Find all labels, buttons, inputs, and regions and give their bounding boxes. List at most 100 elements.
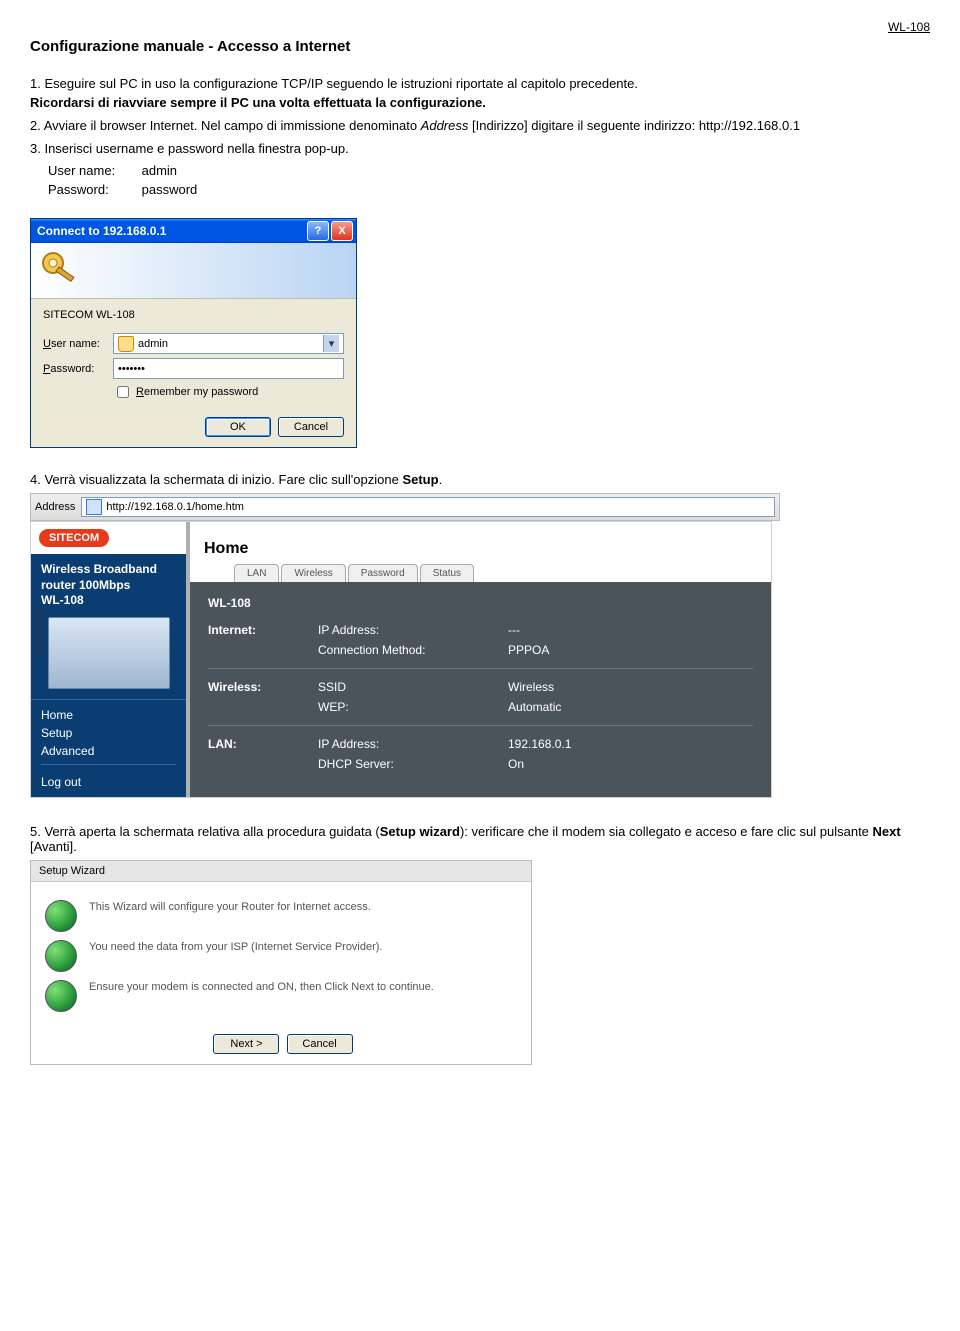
password-value: ••••••• — [118, 363, 145, 375]
chevron-down-icon[interactable]: ▾ — [323, 335, 339, 352]
tab-status[interactable]: Status — [420, 564, 474, 582]
cancel-button[interactable]: Cancel — [278, 417, 344, 437]
page-title: Configurazione manuale - Accesso a Inter… — [30, 38, 930, 55]
close-button[interactable]: X — [331, 221, 353, 241]
wizard-cancel-button[interactable]: Cancel — [287, 1034, 353, 1054]
remember-checkbox[interactable] — [117, 386, 129, 398]
step-1-text: 1. Eseguire sul PC in uso la configurazi… — [30, 76, 638, 91]
dialog-realm: SITECOM WL-108 — [43, 309, 344, 321]
next-button[interactable]: Next > — [213, 1034, 279, 1054]
dialog-titlebar[interactable]: Connect to 192.168.0.1 ? X — [31, 219, 356, 243]
ie-page-icon — [86, 499, 102, 515]
row-value: 192.168.0.1 — [508, 737, 753, 751]
globe-icon — [45, 900, 77, 932]
table-row: LAN: IP Address: 192.168.0.1 — [208, 734, 753, 754]
username-value: admin — [138, 338, 168, 350]
wizard-line-2: You need the data from your ISP (Interne… — [89, 940, 383, 955]
row-value: On — [508, 757, 753, 771]
row-label: LAN: — [208, 737, 318, 751]
row-label — [208, 643, 318, 657]
step-5: 5. Verrà aperta la schermata relativa al… — [30, 824, 930, 854]
nav-setup[interactable]: Setup — [41, 724, 176, 742]
instructions-block: 1. Eseguire sul PC in uso la configurazi… — [30, 75, 930, 200]
cred-pass-label: Password: — [48, 181, 138, 200]
row-field: SSID — [318, 680, 508, 694]
step-5-e: [Avanti]. — [30, 839, 77, 854]
router-image — [48, 617, 170, 689]
row-field: IP Address: — [318, 737, 508, 751]
wizard-title: Setup Wizard — [31, 861, 531, 882]
wizard-line-3: Ensure your modem is connected and ON, t… — [89, 980, 434, 995]
tab-lan[interactable]: LAN — [234, 564, 279, 582]
step-5-a: 5. Verrà aperta la schermata relativa al… — [30, 824, 380, 839]
row-label: Internet: — [208, 623, 318, 637]
router-model: WL-108 — [208, 596, 753, 610]
tab-wireless[interactable]: Wireless — [281, 564, 345, 582]
step-5-c: ): verificare che il modem sia collegato… — [460, 824, 873, 839]
cred-pass: Password: password — [48, 181, 930, 200]
nav-home[interactable]: Home — [41, 706, 176, 724]
doc-header-code: WL-108 — [30, 20, 930, 34]
keys-icon — [39, 249, 81, 294]
step-1: 1. Eseguire sul PC in uso la configurazi… — [30, 75, 930, 113]
globe-icon — [45, 940, 77, 972]
nav-logout[interactable]: Log out — [41, 773, 176, 791]
address-bar: Address http://192.168.0.1/home.htm — [30, 493, 780, 521]
setup-wizard: Setup Wizard This Wizard will configure … — [30, 860, 532, 1065]
wizard-line-1: This Wizard will configure your Router f… — [89, 900, 371, 915]
router-page-title: Home — [204, 540, 248, 558]
password-input[interactable]: ••••••• — [113, 358, 344, 379]
brand-area: SITECOM — [31, 522, 186, 554]
globe-icon — [45, 980, 77, 1012]
dialog-banner — [31, 243, 356, 299]
step-5-d: Next — [873, 824, 901, 839]
row-label: Wireless: — [208, 680, 318, 694]
table-row: Internet: IP Address: --- — [208, 620, 753, 640]
remember-checkbox-row[interactable]: Remember my password — [113, 383, 344, 401]
password-label: Password: — [43, 363, 113, 375]
row-value: PPPOA — [508, 643, 753, 657]
username-label: User name: — [43, 338, 113, 350]
row-field: DHCP Server: — [318, 757, 508, 771]
prod-line-1: Wireless Broadband — [41, 562, 157, 576]
table-row: Connection Method: PPPOA — [208, 640, 753, 660]
table-row: Wireless: SSID Wireless — [208, 677, 753, 697]
row-field: IP Address: — [318, 623, 508, 637]
table-row: WEP: Automatic — [208, 697, 753, 717]
cred-user-value: admin — [142, 163, 177, 178]
help-button[interactable]: ? — [307, 221, 329, 241]
step-3: 3. Inserisci username e password nella f… — [30, 140, 930, 159]
cred-pass-value: password — [142, 182, 198, 197]
router-admin-page: SITECOM Wireless Broadband router 100Mbp… — [30, 521, 772, 798]
cred-user-label: User name: — [48, 162, 138, 181]
dialog-title: Connect to 192.168.0.1 — [37, 224, 166, 238]
ok-button[interactable]: OK — [205, 417, 271, 437]
row-field: WEP: — [318, 700, 508, 714]
nav-advanced[interactable]: Advanced — [41, 742, 176, 760]
router-tabs: LAN Wireless Password Status — [204, 564, 476, 582]
step-5-b: Setup wizard — [380, 824, 460, 839]
row-label — [208, 757, 318, 771]
step-4-b: Setup — [402, 472, 438, 487]
table-row: DHCP Server: On — [208, 754, 753, 774]
step-4-a: 4. Verrà visualizzata la schermata di in… — [30, 472, 402, 487]
cred-user: User name: admin — [48, 162, 930, 181]
row-value: Automatic — [508, 700, 753, 714]
product-title: Wireless Broadband router 100Mbps WL-108 — [31, 554, 186, 611]
row-value: Wireless — [508, 680, 753, 694]
step-4: 4. Verrà visualizzata la schermata di in… — [30, 472, 930, 487]
login-dialog: Connect to 192.168.0.1 ? X SITECOM WL-10… — [30, 218, 357, 448]
step-2-a: 2. Avviare il browser Internet. Nel camp… — [30, 118, 421, 133]
brand-logo: SITECOM — [39, 529, 109, 547]
user-icon — [118, 336, 134, 352]
address-url: http://192.168.0.1/home.htm — [106, 501, 244, 513]
row-field: Connection Method: — [318, 643, 508, 657]
username-input[interactable]: admin ▾ — [113, 333, 344, 354]
address-input[interactable]: http://192.168.0.1/home.htm — [81, 497, 775, 517]
step-1-bold: Ricordarsi di riavviare sempre il PC una… — [30, 95, 486, 110]
row-label — [208, 700, 318, 714]
prod-line-2: router 100Mbps — [41, 578, 130, 592]
step-2: 2. Avviare il browser Internet. Nel camp… — [30, 117, 930, 136]
row-value: --- — [508, 623, 753, 637]
tab-password[interactable]: Password — [348, 564, 418, 582]
